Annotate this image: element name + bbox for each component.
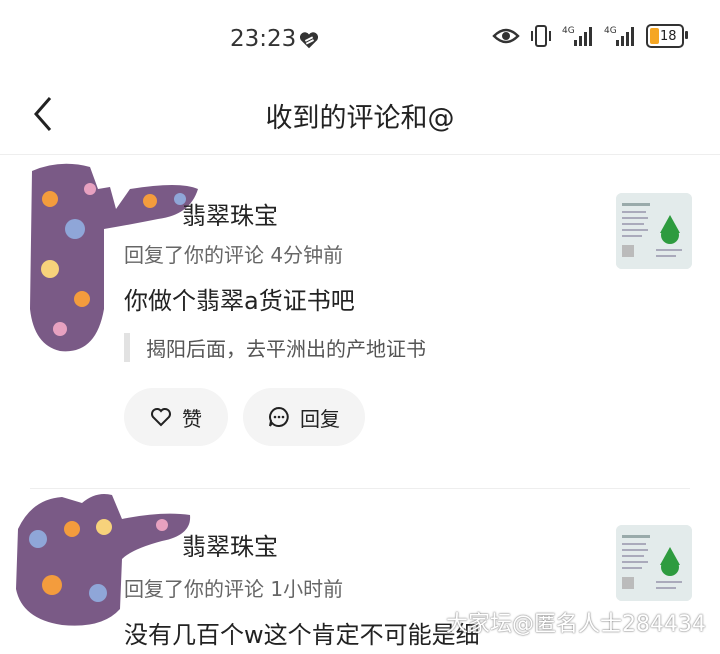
user-name[interactable]: 翡翠珠宝 xyxy=(182,527,278,562)
user-name[interactable]: 翡翠珠宝 xyxy=(182,196,278,231)
page-title: 收到的评论和@ xyxy=(265,103,455,134)
reply-button[interactable]: 回复 xyxy=(243,388,365,446)
clock: 23:23 xyxy=(230,26,297,52)
navigation-bar: 收到的评论和@ xyxy=(0,80,720,155)
notification-item[interactable]: 翡翠珠宝 回复了你的评论 4分钟前 你做个翡翠a货证书吧 揭阳后面，去平洲出的产… xyxy=(0,155,720,487)
svg-text:4G: 4G xyxy=(562,26,575,36)
certificate-image xyxy=(616,193,692,269)
signal-4g-icon-2: 4G xyxy=(604,26,634,46)
post-thumbnail[interactable] xyxy=(616,525,692,601)
battery-indicator: 18 xyxy=(646,24,688,48)
notification-meta: 回复了你的评论 4分钟前 xyxy=(124,243,344,267)
post-thumbnail[interactable] xyxy=(616,193,692,269)
comment-text[interactable]: 你做个翡翠a货证书吧 xyxy=(124,281,355,316)
signal-4g-icon-1: 4G xyxy=(562,26,592,46)
avatar[interactable] xyxy=(12,489,202,629)
like-label: 赞 xyxy=(182,406,202,431)
heart-shield-icon xyxy=(299,32,319,49)
status-bar: 23:23 4G 4G 18 xyxy=(0,0,720,80)
comment-bubble-icon xyxy=(269,406,289,427)
quoted-comment[interactable]: 揭阳后面，去平洲出的产地证书 xyxy=(124,333,426,362)
svg-text:4G: 4G xyxy=(604,26,617,36)
heart-icon xyxy=(151,408,171,427)
watermark: 大家坛@匿名人士284434 xyxy=(446,612,706,637)
vibrate-icon xyxy=(531,25,551,47)
battery-level: 18 xyxy=(660,28,677,44)
certificate-image xyxy=(616,525,692,601)
system-icons: 4G 4G 18 xyxy=(492,24,688,48)
notification-meta: 回复了你的评论 1小时前 xyxy=(124,577,344,601)
like-button[interactable]: 赞 xyxy=(124,388,228,446)
reply-label: 回复 xyxy=(300,406,340,431)
eye-icon xyxy=(492,28,520,44)
comment-text[interactable]: 没有几百个w这个肯定不可能是细 xyxy=(124,615,480,650)
